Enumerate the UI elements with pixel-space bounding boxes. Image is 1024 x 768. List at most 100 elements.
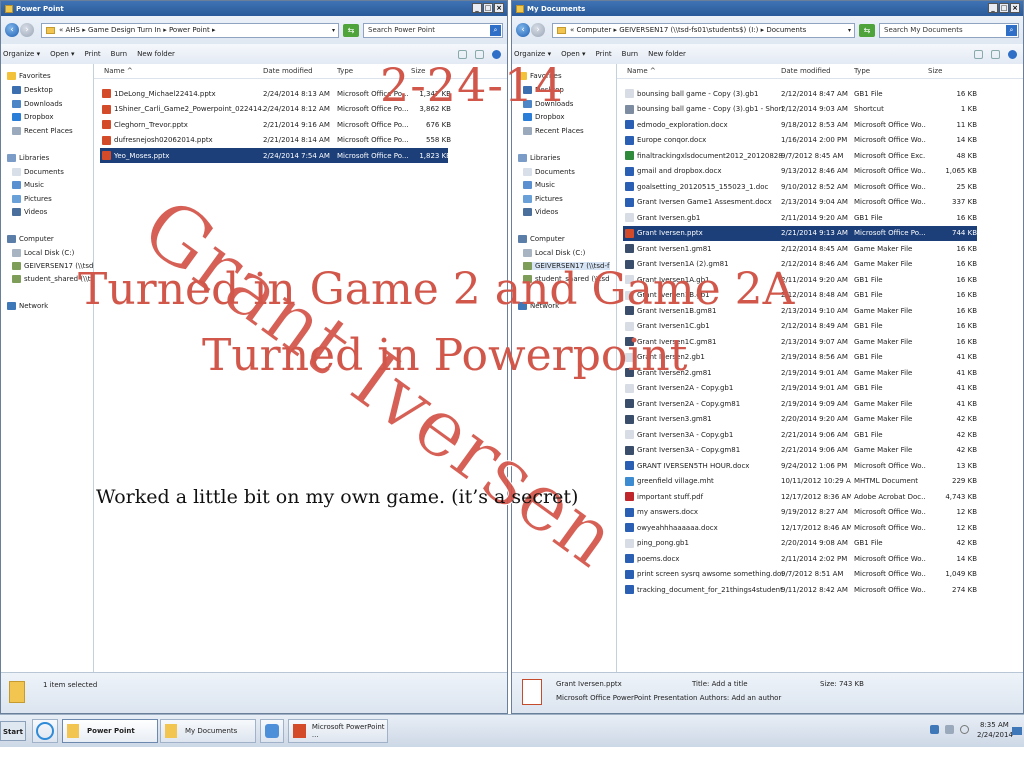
- volume-icon[interactable]: [960, 725, 969, 734]
- nav-desktop[interactable]: Desktop: [12, 86, 53, 94]
- minimize-button[interactable]: _: [472, 3, 482, 13]
- table-row[interactable]: GRANT IVERSEN5TH HOUR.docx 9/24/2012 1:06…: [623, 458, 977, 473]
- table-row[interactable]: print screen sysrq awsome something.docx…: [623, 567, 977, 582]
- nav-music[interactable]: Music: [523, 181, 555, 189]
- table-row[interactable]: important stuff.pdf 12/17/2012 8:36 AM Ado…: [623, 489, 977, 504]
- minimize-button[interactable]: _: [988, 3, 998, 13]
- power-point-window[interactable]: Power Point _ □ × ‹ › « AHS ▸ Game Desig…: [0, 0, 508, 714]
- new-folder-button[interactable]: New folder: [137, 50, 175, 58]
- table-row[interactable]: Grant Iversen3.gm81 2/20/2014 9:20 AM Game…: [623, 412, 977, 427]
- table-row[interactable]: poems.docx 2/11/2014 2:02 PM Microsoft Off…: [623, 551, 977, 566]
- nav-network-drive-2[interactable]: student_shared (\\tsd: [523, 275, 610, 283]
- column-date[interactable]: Date modified: [781, 67, 831, 75]
- table-row[interactable]: Grant Iversen1B.gm81 2/13/2014 9:10 AM Gam…: [623, 303, 977, 318]
- back-arrow-icon[interactable]: ‹: [5, 23, 19, 37]
- maximize-button[interactable]: □: [999, 3, 1009, 13]
- table-row[interactable]: Grant Iversen2.gm81 2/19/2014 9:01 AM Game…: [623, 365, 977, 380]
- nav-videos[interactable]: Videos: [523, 208, 558, 216]
- table-row[interactable]: owyeahhhaaaaaa.docx 12/17/2012 8:46 AM Mic…: [623, 520, 977, 535]
- search-icon[interactable]: ⌕: [490, 24, 501, 36]
- preview-pane-icon[interactable]: [475, 49, 484, 59]
- nav-pictures[interactable]: Pictures: [523, 195, 563, 203]
- organize-button[interactable]: Organize ▾: [3, 50, 40, 58]
- nav-local-disk[interactable]: Local Disk (C:): [523, 249, 585, 257]
- nav-dropbox[interactable]: Dropbox: [523, 113, 565, 121]
- burn-button[interactable]: Burn: [622, 50, 638, 58]
- table-row[interactable]: Grant Iversen3A - Copy.gm81 2/21/2014 9:0…: [623, 443, 977, 458]
- table-row[interactable]: Grant Iversen2A - Copy.gm81 2/19/2014 9:0…: [623, 396, 977, 411]
- table-row[interactable]: ping_pong.gb1 2/20/2014 9:08 AM GB1 File 42…: [623, 536, 977, 551]
- nav-downloads[interactable]: Downloads: [523, 100, 573, 108]
- task-my-documents[interactable]: My Documents: [160, 719, 256, 743]
- close-button[interactable]: ×: [494, 3, 504, 13]
- network-tray-icon[interactable]: [930, 725, 939, 734]
- table-row[interactable]: finaltrackingxlsdocument2012_20120828_12…: [623, 148, 977, 163]
- search-input[interactable]: Search My Documents ⌕: [879, 22, 1019, 38]
- column-name[interactable]: Name ^: [104, 67, 133, 75]
- refresh-icon[interactable]: ⇆: [343, 23, 359, 37]
- print-button[interactable]: Print: [596, 50, 612, 58]
- nav-recent-places[interactable]: Recent Places: [12, 127, 73, 135]
- nav-music[interactable]: Music: [12, 181, 44, 189]
- start-button[interactable]: Start: [0, 721, 26, 741]
- my-documents-window[interactable]: My Documents _ □ × ‹ › « Computer ▸ GEIV…: [511, 0, 1024, 714]
- table-row[interactable]: dufresnejosh02062014.pptx 2/21/2014 8:14 …: [100, 133, 451, 148]
- refresh-icon[interactable]: ⇆: [859, 23, 875, 37]
- title-bar[interactable]: My Documents _ □ ×: [512, 1, 1023, 16]
- help-icon[interactable]: [492, 49, 501, 59]
- nav-dropbox[interactable]: Dropbox: [12, 113, 54, 121]
- address-bar[interactable]: « AHS ▸ Game Design Turn In ▸ Power Poin…: [41, 22, 339, 38]
- maximize-button[interactable]: □: [483, 3, 493, 13]
- table-row[interactable]: Yeo_Moses.pptx 2/24/2014 7:54 AM Microsoft…: [100, 148, 451, 163]
- table-row[interactable]: Grant Iversen1B.gb1 2/12/2014 8:48 AM GB1 …: [623, 288, 977, 303]
- table-row[interactable]: Grant Iversen1C.gm81 2/13/2014 9:07 AM Gam…: [623, 334, 977, 349]
- table-row[interactable]: bounsing ball game - Copy (3).gb1 - Shor…: [623, 102, 977, 117]
- internet-explorer-button[interactable]: [32, 719, 58, 743]
- burn-button[interactable]: Burn: [111, 50, 127, 58]
- clock-time[interactable]: 8:35 AM: [980, 721, 1009, 729]
- media-player-button[interactable]: [260, 719, 284, 743]
- table-row[interactable]: Grant Iversen Game1 Assesment.docx 2/13/2…: [623, 195, 977, 210]
- table-row[interactable]: Grant Iversen.gb1 2/11/2014 9:20 AM GB1 Fi…: [623, 210, 977, 225]
- table-row[interactable]: Grant Iversen1A (2).gm81 2/12/2014 8:46 A…: [623, 257, 977, 272]
- nav-documents[interactable]: Documents: [523, 168, 575, 176]
- nav-computer[interactable]: Computer: [518, 235, 565, 243]
- action-center-icon[interactable]: [945, 725, 954, 734]
- view-icon[interactable]: [974, 49, 983, 59]
- table-row[interactable]: Grant Iversen1.gm81 2/12/2014 8:45 AM Game…: [623, 241, 977, 256]
- nav-network[interactable]: Network: [518, 302, 559, 310]
- column-size[interactable]: Size: [411, 67, 425, 75]
- forward-arrow-icon[interactable]: ›: [531, 23, 545, 37]
- nav-network[interactable]: Network: [7, 302, 48, 310]
- chevron-down-icon[interactable]: ▾: [332, 27, 335, 34]
- column-date[interactable]: Date modified: [263, 67, 313, 75]
- column-size[interactable]: Size: [928, 67, 942, 75]
- task-microsoft-powerpoint[interactable]: Microsoft PowerPoint ...: [288, 719, 388, 743]
- table-row[interactable]: greenfield village.mht 10/11/2012 10:29 A…: [623, 474, 977, 489]
- nav-libraries[interactable]: Libraries: [518, 154, 560, 162]
- file-list[interactable]: Name ^ Date modified Type Size bounsing …: [617, 64, 1023, 673]
- table-row[interactable]: Grant Iversen1C.gb1 2/12/2014 8:49 AM GB1 …: [623, 319, 977, 334]
- nav-recent-places[interactable]: Recent Places: [523, 127, 584, 135]
- help-icon[interactable]: [1008, 49, 1017, 59]
- search-input[interactable]: Search Power Point ⌕: [363, 22, 503, 38]
- column-name[interactable]: Name ^: [627, 67, 656, 75]
- table-row[interactable]: Cleghorn_Trevor.pptx 2/21/2014 9:16 AM Mic…: [100, 117, 451, 132]
- table-row[interactable]: gmail and dropbox.docx 9/13/2012 8:46 AM M…: [623, 164, 977, 179]
- nav-favorites[interactable]: Favorites: [7, 72, 51, 80]
- view-icon[interactable]: [458, 49, 467, 59]
- table-row[interactable]: edmodo_exploration.docx 9/18/2012 8:53 AM…: [623, 117, 977, 132]
- nav-documents[interactable]: Documents: [12, 168, 64, 176]
- chevron-down-icon[interactable]: ▾: [848, 27, 851, 34]
- search-icon[interactable]: ⌕: [1006, 24, 1017, 36]
- nav-network-drive-1[interactable]: GEIVERSEN17 (\\tsd-f: [12, 262, 99, 270]
- title-bar[interactable]: Power Point _ □ ×: [1, 1, 507, 16]
- nav-desktop[interactable]: Desktop: [523, 86, 564, 94]
- table-row[interactable]: 1DeLong_Michael22414.pptx 2/24/2014 8:13 …: [100, 86, 451, 101]
- task-power-point[interactable]: Power Point: [62, 719, 158, 743]
- table-row[interactable]: Europe conqor.docx 1/16/2014 2:00 PM Micro…: [623, 133, 977, 148]
- back-arrow-icon[interactable]: ‹: [516, 23, 530, 37]
- nav-favorites[interactable]: Favorites: [518, 72, 562, 80]
- nav-network-drive-2[interactable]: student_shared (\\ts: [12, 275, 94, 283]
- table-row[interactable]: goalsetting_20120515_155023_1.doc 9/10/20…: [623, 179, 977, 194]
